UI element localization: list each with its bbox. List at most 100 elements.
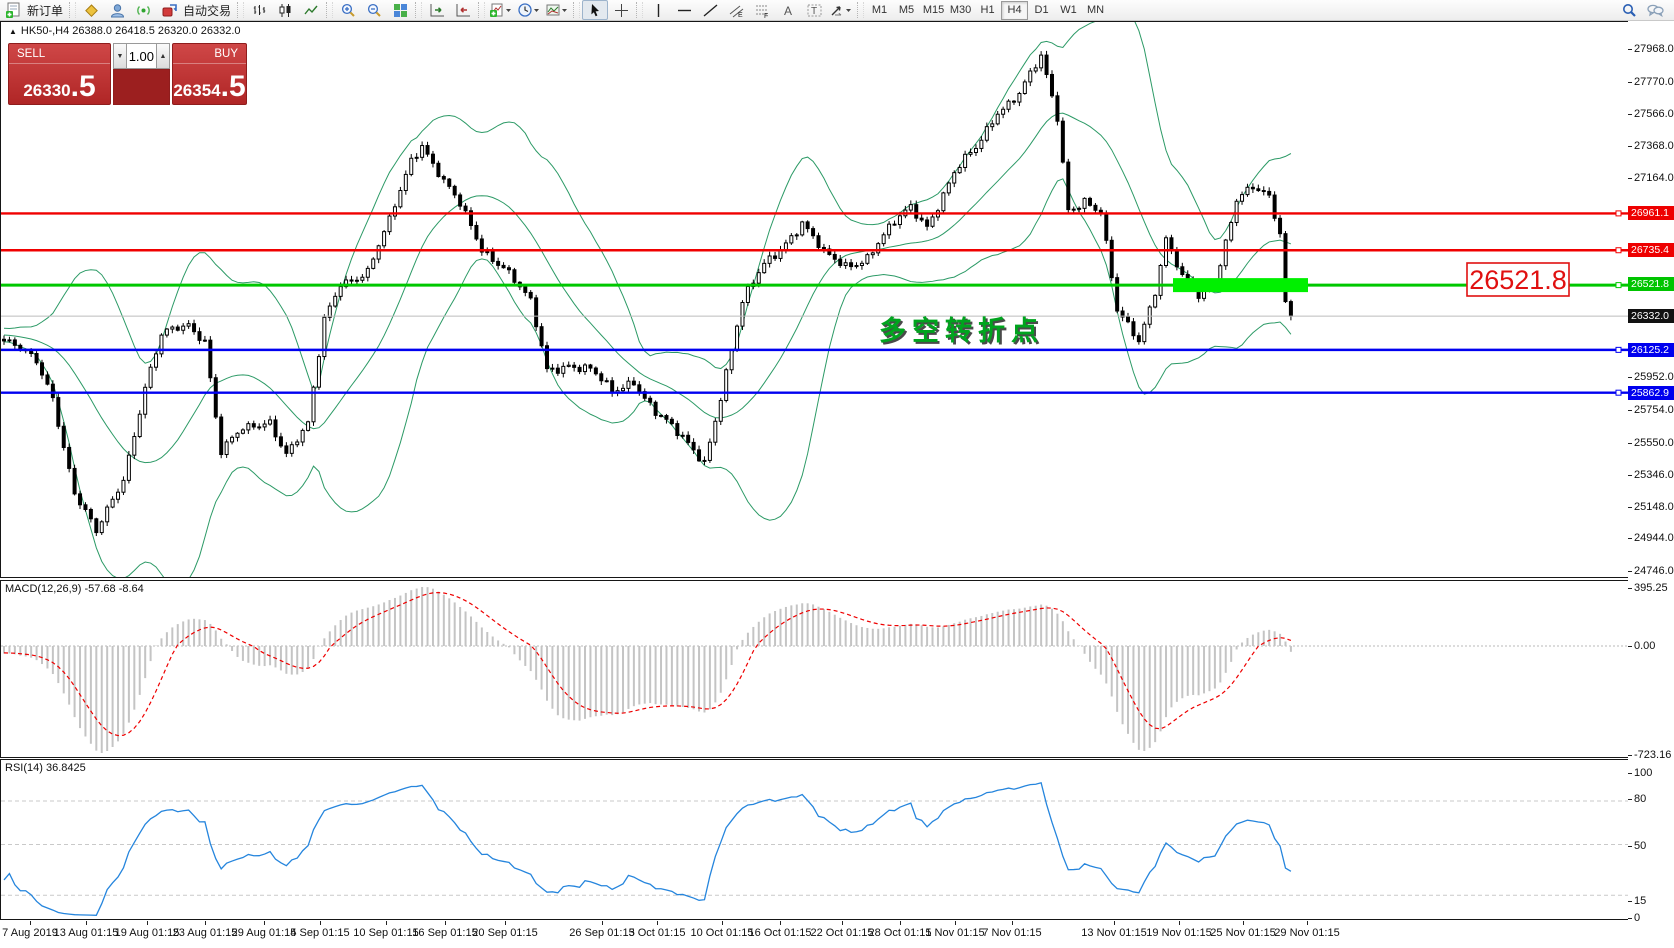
- cursor-icon: [590, 3, 599, 16]
- time-axis-label: 1 Nov 01:15: [925, 927, 985, 939]
- channel-icon: E: [729, 5, 743, 19]
- chat-button[interactable]: [1642, 0, 1668, 20]
- time-axis-tick: [1307, 921, 1308, 925]
- sell-button[interactable]: SELL 26330.5: [8, 43, 111, 105]
- volume-decrease-button[interactable]: ▼: [113, 43, 127, 69]
- symbol-ohlc-header: ▲ HK50-,H4 26388.0 26418.5 26320.0 26332.…: [9, 25, 241, 37]
- timeframe-h4[interactable]: H4: [1001, 0, 1029, 20]
- indicators-icon: [490, 3, 512, 17]
- time-axis-tick: [505, 921, 506, 925]
- time-axis-label: 20 Sep 01:15: [472, 927, 538, 939]
- timeframe-h1[interactable]: H1: [974, 1, 1001, 20]
- fibonacci-tool[interactable]: F: [749, 0, 775, 20]
- macd-chart: [1, 587, 1628, 753]
- time-axis-label: 10 Oct 01:15: [690, 927, 754, 939]
- price-axis-tick: 24746.0: [1628, 564, 1674, 578]
- volume-increase-button[interactable]: ▲: [156, 43, 170, 69]
- candlestick-chart-button[interactable]: [272, 0, 298, 20]
- auto-scroll-icon: [430, 3, 444, 16]
- zoom-out-icon: [367, 3, 381, 17]
- signals-button[interactable]: [130, 0, 156, 20]
- time-axis-label: 29 Nov 01:15: [1274, 927, 1340, 939]
- buy-button[interactable]: BUY 26354.5: [172, 43, 247, 105]
- line-chart-button[interactable]: [298, 0, 324, 20]
- price-axis-tick: 25952.0: [1628, 370, 1674, 384]
- gold-badge-button[interactable]: [78, 0, 104, 20]
- crosshair-tool-button[interactable]: [608, 0, 634, 20]
- svg-text:E: E: [738, 12, 743, 19]
- bar-chart-button[interactable]: [246, 0, 272, 20]
- chart-shift-icon: [456, 3, 470, 16]
- timeframe-m30[interactable]: M30: [947, 1, 974, 20]
- trade-panel-center-fill: [113, 69, 170, 105]
- time-axis-label: 16 Oct 01:15: [748, 927, 812, 939]
- rsi-label: RSI(14) 36.8425: [5, 762, 86, 774]
- text-label-tool[interactable]: T: [801, 0, 827, 20]
- price-axis[interactable]: 27968.0 27770.0 27566.0 27368.0 27164.0 25952…: [1628, 21, 1674, 924]
- macd-pane[interactable]: MACD(12,26,9) -57.68 -8.64: [0, 580, 1629, 758]
- profile-button[interactable]: [104, 0, 130, 20]
- horizontal-line-tool[interactable]: [671, 0, 697, 20]
- timeframe-d1[interactable]: D1: [1028, 1, 1055, 20]
- arrows-icon: [831, 5, 852, 15]
- tile-windows-button[interactable]: [387, 0, 413, 20]
- auto-scroll-button[interactable]: [424, 0, 450, 20]
- shapes-tool[interactable]: [827, 0, 855, 20]
- price-axis-tick: 27566.0: [1628, 107, 1674, 121]
- svg-text:T: T: [811, 6, 817, 17]
- cursor-tool-button[interactable]: [582, 0, 609, 20]
- panel-collapse-icon[interactable]: ▲: [9, 27, 17, 36]
- time-axis-tick: [1179, 921, 1180, 925]
- timeframe-m5[interactable]: M5: [893, 1, 920, 20]
- periods-button[interactable]: [515, 0, 543, 20]
- new-order-button[interactable]: [0, 0, 26, 20]
- time-axis-label: 19 Nov 01:15: [1146, 927, 1212, 939]
- zoom-in-button[interactable]: [335, 0, 361, 20]
- candlestick-chart[interactable]: 多空转折点多空转折点26521.8: [1, 22, 1628, 577]
- price-axis-tick: 25346.0: [1628, 468, 1674, 482]
- price-axis-tick: 25754.0: [1628, 403, 1674, 417]
- time-axis-label: 29 Aug 01:15: [231, 927, 297, 939]
- time-axis-tick: [1012, 921, 1013, 925]
- price-chart-pane[interactable]: ▲ HK50-,H4 26388.0 26418.5 26320.0 26332.…: [0, 21, 1629, 578]
- timeframe-m1[interactable]: M1: [866, 1, 893, 20]
- volume-input[interactable]: 1.00: [127, 43, 156, 69]
- templates-button[interactable]: [543, 0, 571, 20]
- vertical-line-icon: [657, 3, 659, 17]
- rsi-chart: [1, 782, 1628, 916]
- time-axis-label: 13 Nov 01:15: [1081, 927, 1147, 939]
- time-axis-tick: [86, 921, 87, 925]
- zoom-out-button[interactable]: [361, 0, 387, 20]
- autotrading-icon: [162, 3, 177, 16]
- time-axis[interactable]: 7 Aug 2019 13 Aug 01:15 19 Aug 01:15 23 Aug…: [0, 921, 1674, 948]
- vertical-line-tool[interactable]: [645, 0, 671, 20]
- chart-shift-button[interactable]: [450, 0, 476, 20]
- symbol-ohlc-text: HK50-,H4 26388.0 26418.5 26320.0 26332.0: [20, 25, 241, 37]
- timeframe-w1[interactable]: W1: [1055, 1, 1082, 20]
- periods-icon: [518, 2, 540, 17]
- toolbar-separator: [857, 2, 865, 18]
- timeframe-m15[interactable]: M15: [920, 1, 947, 20]
- time-axis-label: 28 Oct 01:15: [868, 927, 932, 939]
- search-button[interactable]: [1616, 0, 1642, 20]
- sell-price: 26330.5: [23, 70, 96, 103]
- toolbar-separator: [573, 2, 581, 18]
- autotrading-button[interactable]: [156, 0, 182, 20]
- rsi-pane[interactable]: RSI(14) 36.8425: [0, 759, 1629, 920]
- time-axis-label: 7 Nov 01:15: [982, 927, 1042, 939]
- new-order-label[interactable]: 新订单: [27, 2, 63, 19]
- equidistant-channel-tool[interactable]: E: [723, 0, 749, 20]
- text-tool[interactable]: A: [775, 0, 801, 20]
- indicators-button[interactable]: [487, 0, 515, 20]
- rsi-axis-tick: 80: [1628, 792, 1646, 806]
- price-axis-tick: 27770.0: [1628, 75, 1674, 89]
- toolbar-separator: [69, 2, 77, 18]
- trendline-tool[interactable]: [697, 0, 723, 20]
- one-click-trade-panel: SELL 26330.5 ▼ 1.00 ▲ BUY 26354.5: [8, 43, 247, 105]
- zoom-in-icon: [341, 3, 355, 17]
- price-axis-tick: 27164.0: [1628, 171, 1674, 185]
- timeframe-mn[interactable]: MN: [1082, 1, 1109, 20]
- autotrading-label[interactable]: 自动交易: [183, 2, 231, 19]
- time-axis-label: 16 Sep 01:15: [412, 927, 478, 939]
- time-axis-label: 7 Aug 2019: [2, 927, 58, 939]
